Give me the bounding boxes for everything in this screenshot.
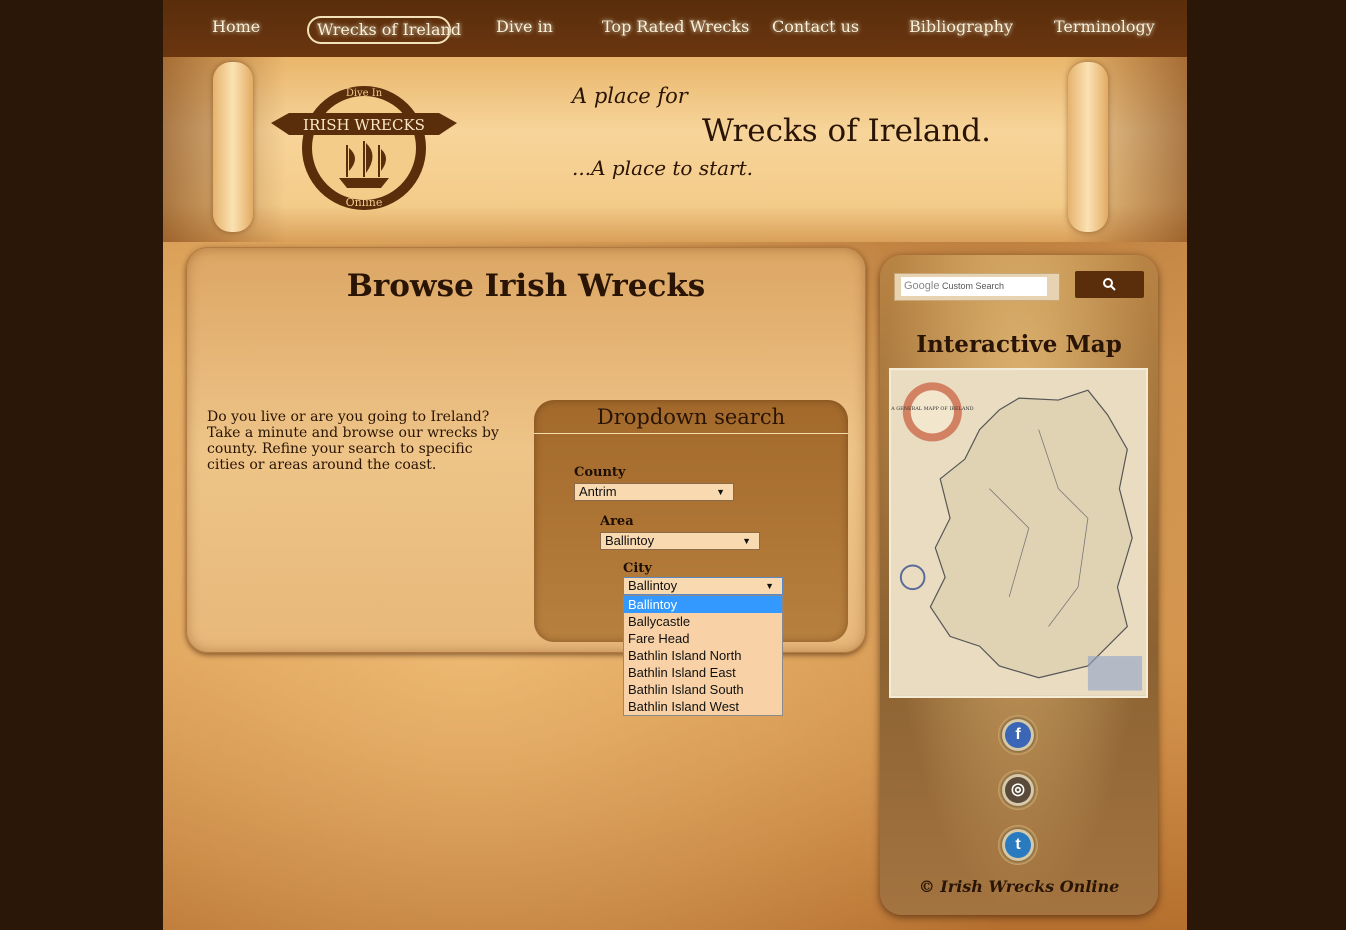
nav-top-rated-wrecks[interactable]: Top Rated Wrecks [602, 14, 749, 42]
search-button[interactable] [1075, 271, 1144, 298]
list-item[interactable]: Bathlin Island South [624, 681, 782, 698]
city-label: City [623, 561, 652, 576]
scroll-edge-right [1068, 62, 1108, 232]
tagline-2: Wrecks of Ireland. [702, 113, 992, 149]
nav-terminology[interactable]: Terminology [1054, 14, 1155, 42]
search-icon [1103, 278, 1116, 291]
county-value: Antrim [579, 484, 617, 499]
top-nav: Home Wrecks of Ireland Dive in Top Rated… [163, 0, 1187, 57]
dropdown-arrow-icon: ▼ [716, 487, 725, 497]
list-item[interactable]: Bathlin Island West [624, 698, 782, 715]
nav-wrecks-of-ireland[interactable]: Wrecks of Ireland [307, 16, 461, 44]
logo-ribbon-text: IRISH WRECKS [303, 116, 425, 134]
list-item[interactable]: Bathlin Island East [624, 664, 782, 681]
page: Home Wrecks of Ireland Dive in Top Rated… [163, 0, 1187, 930]
area-value: Ballintoy [605, 533, 655, 548]
nav-dive-in[interactable]: Dive in [496, 14, 553, 42]
list-item[interactable]: Ballintoy [624, 596, 782, 613]
search-box: Google Custom Search [894, 273, 1060, 301]
dropdown-search-title: Dropdown search [596, 405, 786, 429]
google-brand-text: Google [904, 280, 940, 292]
instagram-link[interactable]: ◎ [998, 770, 1038, 810]
logo-bottom-text: Online [346, 196, 383, 209]
county-label: County [574, 465, 626, 480]
nav-bibliography[interactable]: Bibliography [909, 14, 1013, 42]
instagram-icon: ◎ [1005, 777, 1031, 803]
twitter-link[interactable]: t [998, 825, 1038, 865]
logo-top-text: Dive In [346, 88, 383, 99]
search-input[interactable]: Google Custom Search [901, 277, 1047, 296]
city-select[interactable]: Ballintoy ▼ [623, 577, 783, 595]
irish-wrecks-logo[interactable]: Dive In IRISH WRECKS Online [269, 83, 459, 213]
scroll-edge-left [213, 62, 253, 232]
twitter-icon: t [1005, 832, 1031, 858]
nav-contact-us[interactable]: Contact us [772, 14, 859, 42]
city-value: Ballintoy [628, 578, 678, 593]
list-item[interactable]: Fare Head [624, 630, 782, 647]
county-select[interactable]: Antrim ▼ [574, 483, 734, 501]
browse-panel: Browse Irish Wrecks Do you live or are y… [186, 247, 866, 653]
city-dropdown-list[interactable]: Ballintoy Ballycastle Fare Head Bathlin … [623, 595, 783, 716]
sidebar: Google Custom Search Interactive Map A G… [880, 255, 1158, 915]
area-label: Area [600, 514, 634, 529]
tagline-3: ...A place to start. [572, 156, 754, 180]
copyright: © Irish Wrecks Online [918, 877, 1120, 896]
dropdown-arrow-icon: ▼ [765, 581, 774, 591]
map-title: Interactive Map [916, 331, 1122, 358]
page-title: Browse Irish Wrecks [346, 268, 706, 304]
list-item[interactable]: Ballycastle [624, 613, 782, 630]
dropdown-arrow-icon: ▼ [742, 536, 751, 546]
interactive-map[interactable]: A GENERAL MAPP OF IRELAND [889, 368, 1148, 698]
search-placeholder: Custom Search [942, 281, 1005, 291]
list-item[interactable]: Bathlin Island North [624, 647, 782, 664]
facebook-icon: f [1005, 722, 1031, 748]
area-select[interactable]: Ballintoy ▼ [600, 532, 760, 550]
facebook-link[interactable]: f [998, 715, 1038, 755]
divider [534, 433, 848, 434]
intro-text: Do you live or are you going to Ireland?… [207, 409, 499, 473]
nav-home[interactable]: Home [212, 14, 260, 42]
map-cartouche-text: A GENERAL MAPP OF IRELAND [890, 406, 974, 412]
tagline-1: A place for [572, 84, 688, 108]
